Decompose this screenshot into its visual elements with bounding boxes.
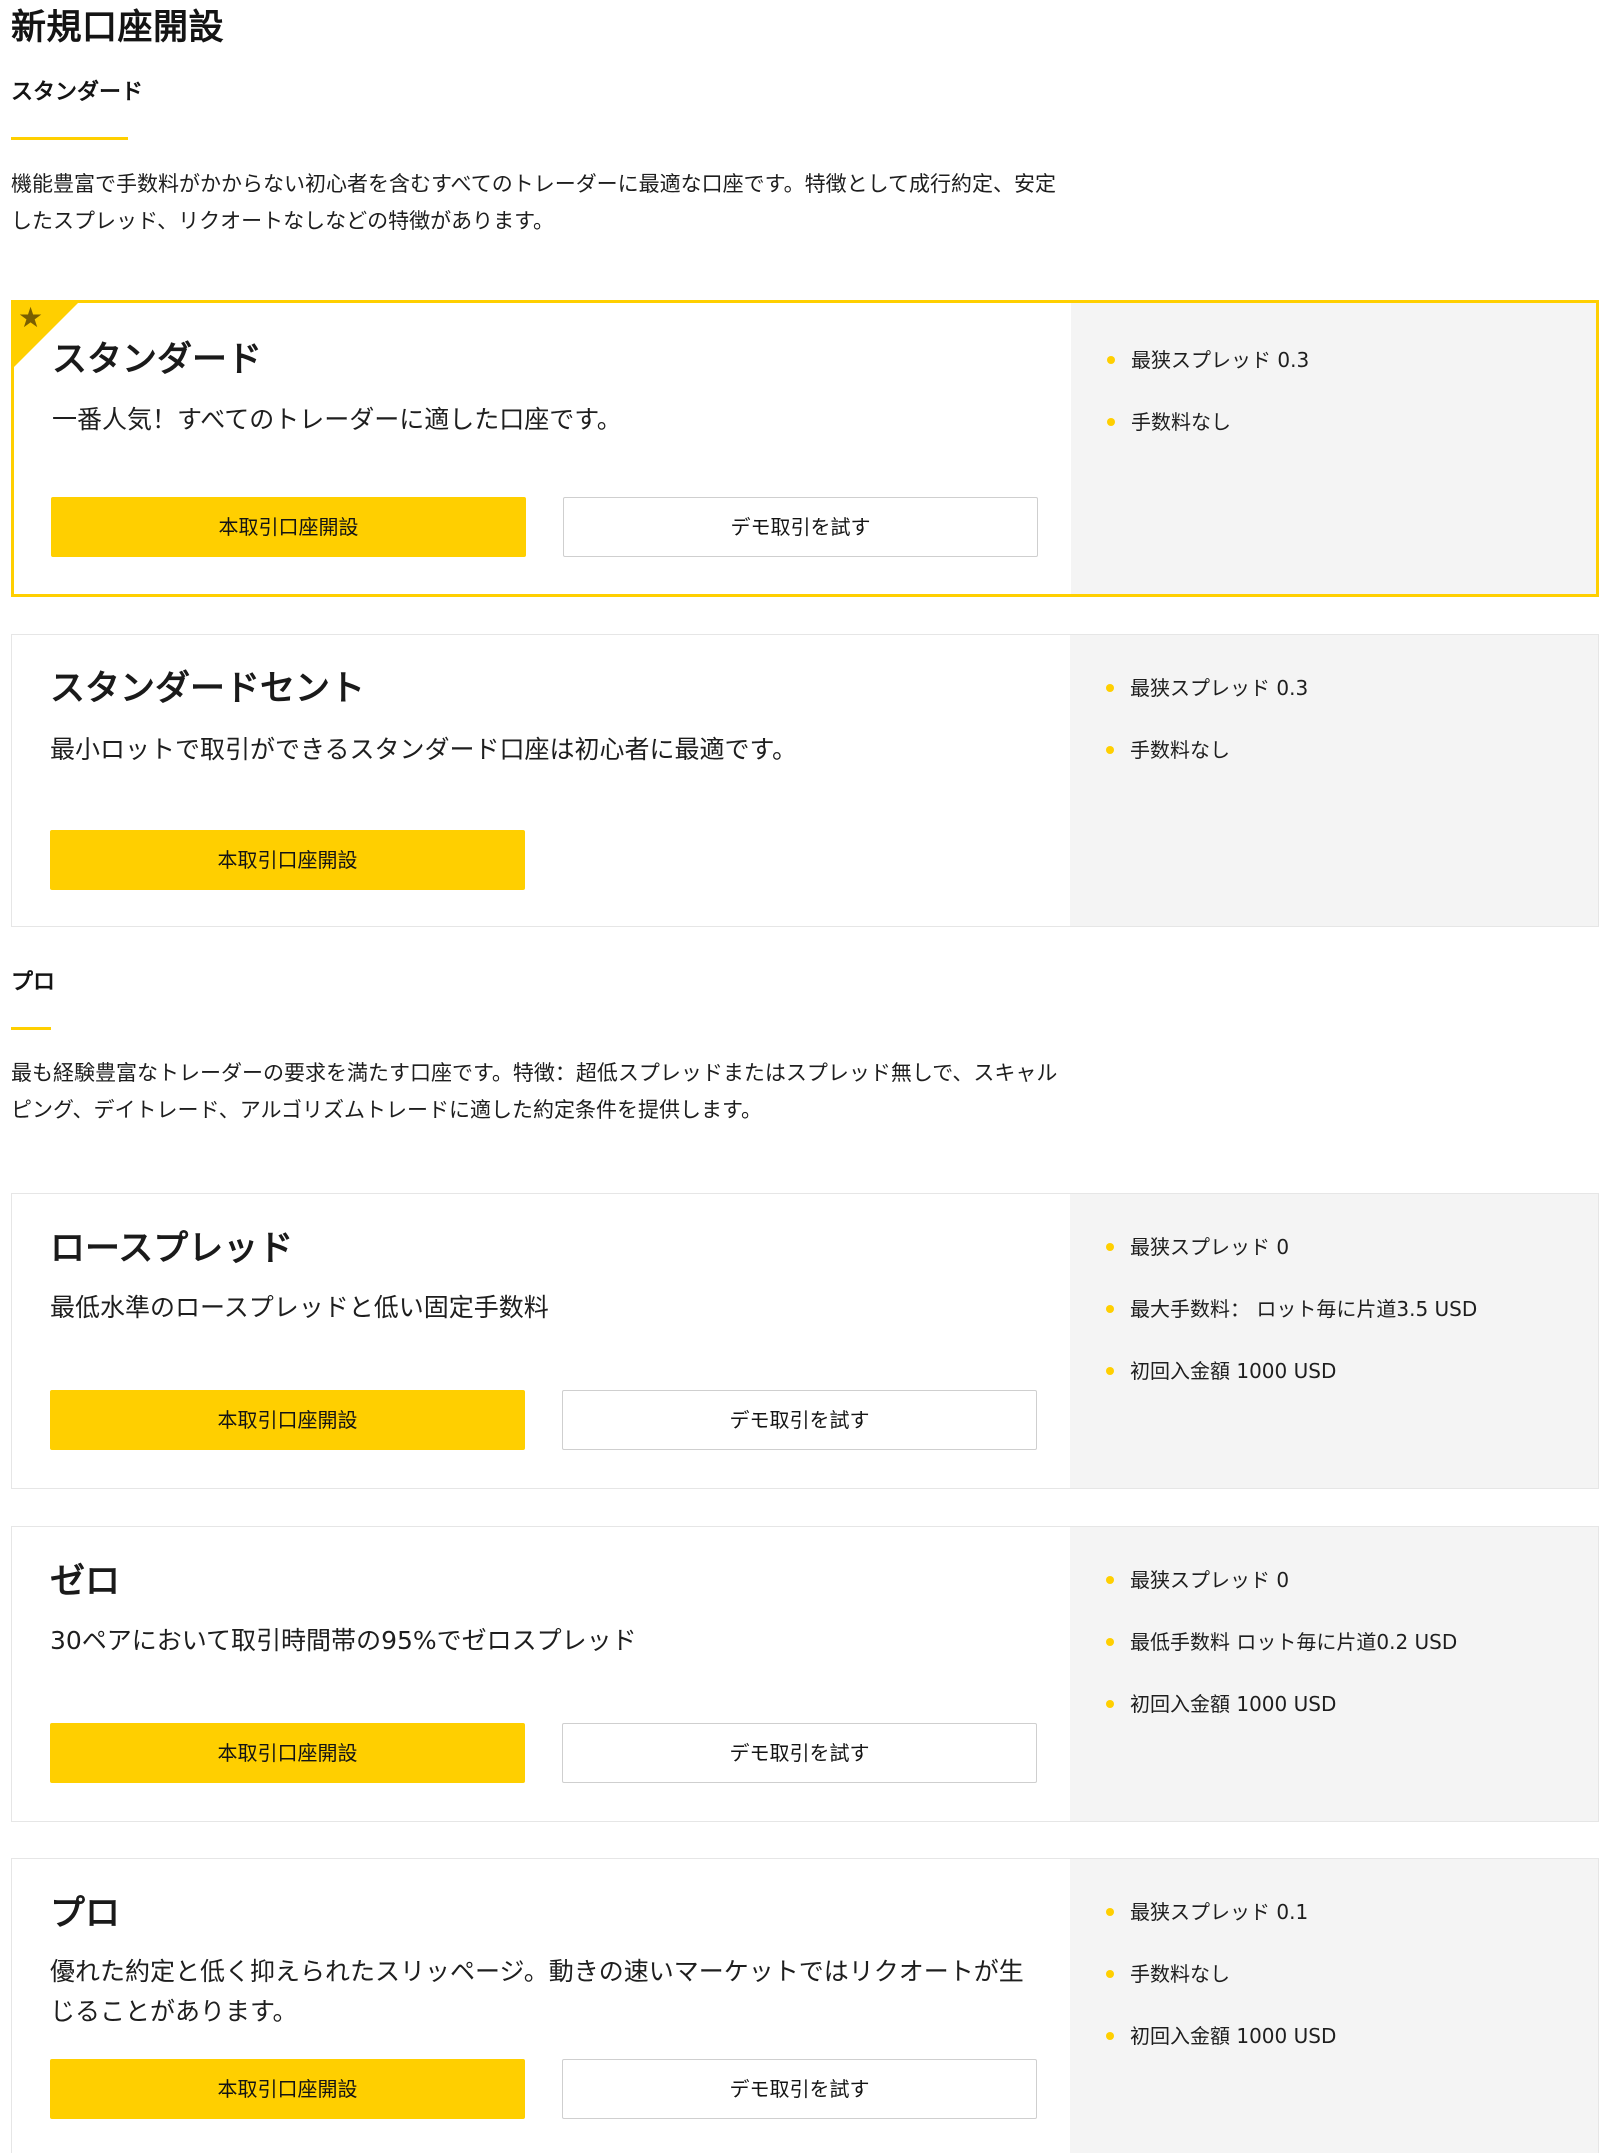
feature-text: 初回入金額 1000 USD	[1130, 1692, 1337, 1716]
open-live-account-button[interactable]: 本取引口座開設	[50, 1723, 525, 1783]
card-description: 優れた約定と低く抑えられたスリッページ。動きの速いマーケットではリクオートが生じ…	[50, 1957, 1024, 2026]
section-underline	[11, 1027, 51, 1030]
open-live-account-button[interactable]: 本取引口座開設	[50, 830, 525, 890]
bullet-dot-icon	[1107, 356, 1115, 364]
bullet-dot-icon	[1107, 418, 1115, 426]
bullet-dot-icon	[1106, 1700, 1114, 1708]
section-description-standard: 機能豊富で手数料がかからない初心者を含むすべてのトレーダーに最適な口座です。特徴…	[11, 172, 1056, 233]
card-features-panel: 最狭スプレッド 0.3 手数料なし	[1071, 303, 1596, 594]
card-main: スタンダードセント 最小ロットで取引ができるスタンダード口座は初心者に最適です。…	[12, 635, 1070, 926]
feature-item: 初回入金額 1000 USD	[1070, 1356, 1598, 1418]
feature-text: 手数料なし	[1131, 410, 1231, 434]
card-title: ゼロ	[50, 1562, 121, 1602]
card-title: スタンダードセント	[50, 669, 366, 709]
feature-item: 手数料なし	[1070, 735, 1598, 797]
bullet-dot-icon	[1106, 1638, 1114, 1646]
account-card-pro: プロ 優れた約定と低く抑えられたスリッページ。動きの速いマーケットではリクオート…	[11, 1858, 1599, 2153]
card-description: 一番人気！すべてのトレーダーに適した口座です。	[52, 405, 622, 434]
card-main: ゼロ 30ペアにおいて取引時間帯の95%でゼロスプレッド 本取引口座開設 デモ取…	[12, 1527, 1070, 1821]
section-description-pro: 最も経験豊富なトレーダーの要求を満たす口座です。特徴：超低スプレッドまたはスプレ…	[11, 1061, 1058, 1122]
card-main: ロースプレッド 最低水準のロースプレッドと低い固定手数料 本取引口座開設 デモ取…	[12, 1194, 1070, 1488]
bullet-dot-icon	[1106, 1367, 1114, 1375]
try-demo-button[interactable]: デモ取引を試す	[562, 1723, 1037, 1783]
card-features-panel: 最狭スプレッド 0 最低手数料 ロット毎に片道0.2 USD 初回入金額 100…	[1070, 1527, 1598, 1821]
star-icon: ★	[18, 301, 44, 334]
try-demo-button[interactable]: デモ取引を試す	[563, 497, 1038, 557]
page-title: 新規口座開設	[11, 8, 225, 48]
section-title-pro: プロ	[11, 970, 56, 995]
section-title-standard: スタンダード	[11, 80, 144, 105]
feature-text: 最狭スプレッド 0.1	[1130, 1900, 1309, 1924]
open-live-account-button[interactable]: 本取引口座開設	[50, 2059, 525, 2119]
card-main: ★ スタンダード 一番人気！すべてのトレーダーに適した口座です。 本取引口座開設…	[14, 303, 1072, 594]
card-main: プロ 優れた約定と低く抑えられたスリッページ。動きの速いマーケットではリクオート…	[12, 1859, 1070, 2153]
account-card-low-spread: ロースプレッド 最低水準のロースプレッドと低い固定手数料 本取引口座開設 デモ取…	[11, 1193, 1599, 1489]
bullet-dot-icon	[1106, 1576, 1114, 1584]
card-features-panel: 最狭スプレッド 0.3 手数料なし	[1070, 635, 1598, 926]
feature-item: 初回入金額 1000 USD	[1070, 2021, 1598, 2083]
feature-list: 最狭スプレッド 0.3 手数料なし	[1070, 673, 1598, 797]
feature-item: 手数料なし	[1071, 407, 1596, 469]
feature-item: 最狭スプレッド 0	[1070, 1232, 1598, 1294]
card-description: 最小ロットで取引ができるスタンダード口座は初心者に最適です。	[50, 735, 798, 764]
section-underline	[11, 137, 128, 140]
feature-item: 最低手数料 ロット毎に片道0.2 USD	[1070, 1627, 1598, 1689]
try-demo-button[interactable]: デモ取引を試す	[562, 1390, 1037, 1450]
feature-item: 最狭スプレッド 0.3	[1071, 345, 1596, 407]
bullet-dot-icon	[1106, 2032, 1114, 2040]
open-live-account-button[interactable]: 本取引口座開設	[51, 497, 526, 557]
account-card-standard-cent: スタンダードセント 最小ロットで取引ができるスタンダード口座は初心者に最適です。…	[11, 634, 1599, 927]
feature-text: 最狭スプレッド 0.3	[1131, 348, 1310, 372]
feature-text: 手数料なし	[1130, 738, 1230, 762]
feature-list: 最狭スプレッド 0.1 手数料なし 初回入金額 1000 USD	[1070, 1897, 1598, 2083]
open-live-account-button[interactable]: 本取引口座開設	[50, 1390, 525, 1450]
feature-text: 初回入金額 1000 USD	[1130, 2024, 1337, 2048]
feature-text: 最狭スプレッド 0.3	[1130, 676, 1309, 700]
account-card-zero: ゼロ 30ペアにおいて取引時間帯の95%でゼロスプレッド 本取引口座開設 デモ取…	[11, 1526, 1599, 1822]
bullet-dot-icon	[1106, 1970, 1114, 1978]
bullet-dot-icon	[1106, 1908, 1114, 1916]
card-description: 30ペアにおいて取引時間帯の95%でゼロスプレッド	[50, 1626, 637, 1655]
bullet-dot-icon	[1106, 684, 1114, 692]
feature-text: 最低手数料 ロット毎に片道0.2 USD	[1130, 1630, 1458, 1654]
feature-list: 最狭スプレッド 0 最大手数料： ロット毎に片道3.5 USD 初回入金額 10…	[1070, 1232, 1598, 1418]
card-features-panel: 最狭スプレッド 0.1 手数料なし 初回入金額 1000 USD	[1070, 1859, 1598, 2153]
feature-text: 初回入金額 1000 USD	[1130, 1359, 1337, 1383]
feature-list: 最狭スプレッド 0.3 手数料なし	[1071, 345, 1596, 469]
try-demo-button[interactable]: デモ取引を試す	[562, 2059, 1037, 2119]
account-opening-page: 新規口座開設 スタンダード 機能豊富で手数料がかからない初心者を含むすべてのトレ…	[0, 0, 1613, 2153]
feature-item: 手数料なし	[1070, 1959, 1598, 2021]
feature-item: 最狭スプレッド 0.3	[1070, 673, 1598, 735]
card-title: ロースプレッド	[50, 1229, 294, 1269]
card-title: スタンダード	[52, 340, 263, 380]
card-title: プロ	[50, 1894, 121, 1934]
feature-text: 最大手数料： ロット毎に片道3.5 USD	[1130, 1297, 1478, 1321]
feature-list: 最狭スプレッド 0 最低手数料 ロット毎に片道0.2 USD 初回入金額 100…	[1070, 1565, 1598, 1751]
feature-item: 最大手数料： ロット毎に片道3.5 USD	[1070, 1294, 1598, 1356]
card-features-panel: 最狭スプレッド 0 最大手数料： ロット毎に片道3.5 USD 初回入金額 10…	[1070, 1194, 1598, 1488]
feature-text: 最狭スプレッド 0	[1130, 1568, 1290, 1592]
account-card-standard: ★ スタンダード 一番人気！すべてのトレーダーに適した口座です。 本取引口座開設…	[11, 300, 1599, 597]
feature-text: 最狭スプレッド 0	[1130, 1235, 1290, 1259]
bullet-dot-icon	[1106, 746, 1114, 754]
bullet-dot-icon	[1106, 1243, 1114, 1251]
bullet-dot-icon	[1106, 1305, 1114, 1313]
card-description: 最低水準のロースプレッドと低い固定手数料	[50, 1293, 549, 1322]
feature-text: 手数料なし	[1130, 1962, 1230, 1986]
feature-item: 最狭スプレッド 0	[1070, 1565, 1598, 1627]
feature-item: 最狭スプレッド 0.1	[1070, 1897, 1598, 1959]
feature-item: 初回入金額 1000 USD	[1070, 1689, 1598, 1751]
